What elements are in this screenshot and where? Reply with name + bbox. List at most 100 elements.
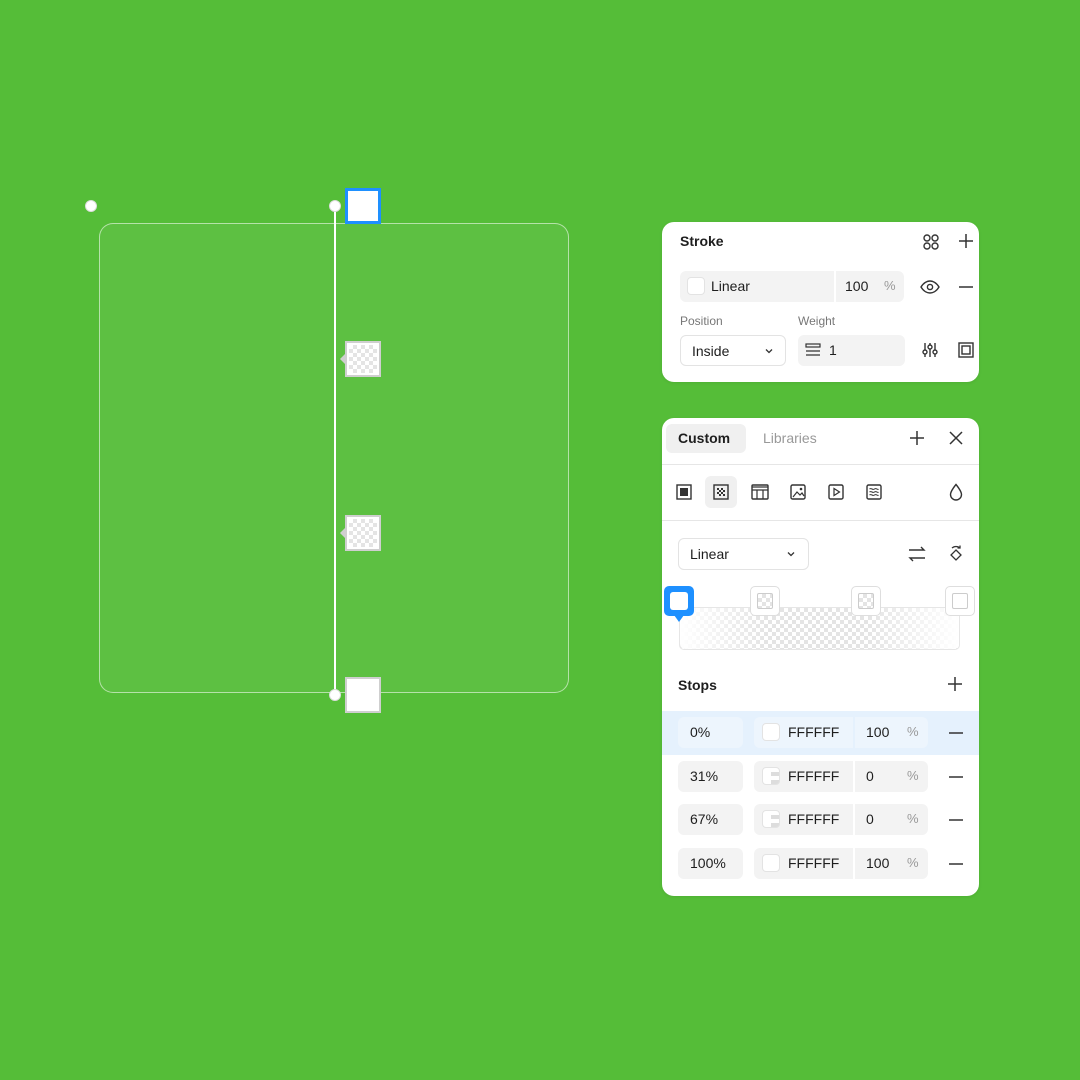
weight-value: 1: [829, 342, 837, 358]
canvas-stop-67[interactable]: [345, 515, 381, 551]
stop-hex: FFFFFF: [788, 724, 840, 740]
individual-strokes-icon[interactable]: [955, 339, 977, 361]
stop-color-swatch: [952, 593, 968, 609]
stroke-paint-type: Linear: [711, 278, 750, 294]
stop-pointer: [674, 615, 684, 622]
close-icon[interactable]: [945, 427, 967, 449]
stroke-panel: Stroke Linear 100 % Position Weight Insi…: [662, 222, 979, 382]
canvas-stop-0[interactable]: [345, 188, 381, 224]
stroke-color-swatch[interactable]: [687, 277, 705, 295]
remove-stroke-icon[interactable]: [955, 276, 977, 298]
gradient-overlay: [680, 608, 959, 649]
stop-color-swatch: [670, 592, 688, 610]
styles-grid-icon[interactable]: [920, 231, 942, 253]
field-divider: [853, 761, 855, 792]
solid-fill-icon[interactable]: [673, 481, 695, 503]
eye-icon[interactable]: [919, 276, 941, 298]
rotate-gradient-icon[interactable]: [945, 543, 967, 565]
percent-sign: %: [907, 768, 919, 783]
canvas-stop-31[interactable]: [345, 341, 381, 377]
add-stroke-icon[interactable]: [955, 230, 977, 252]
video-fill-icon[interactable]: [825, 481, 847, 503]
stroke-settings-icon[interactable]: [919, 339, 941, 361]
stroke-opacity[interactable]: 100: [845, 278, 868, 294]
remove-stop-icon[interactable]: [945, 809, 967, 831]
stop-color-field[interactable]: FFFFFF 0 %: [754, 804, 928, 835]
stop-color-swatch[interactable]: [762, 854, 780, 872]
stop-position: 100%: [690, 855, 726, 871]
pattern-fill-icon[interactable]: [749, 481, 771, 503]
gradient-stop-67[interactable]: [851, 586, 881, 616]
remove-stop-icon[interactable]: [945, 766, 967, 788]
field-divider: [853, 717, 855, 748]
add-style-icon[interactable]: [906, 427, 928, 449]
divider: [662, 520, 979, 521]
gradient-type-dropdown[interactable]: Linear: [678, 538, 809, 570]
stop-color-swatch: [349, 681, 377, 709]
eyedropper-drop-icon[interactable]: [945, 481, 967, 503]
stop-row[interactable]: 100% FFFFFF 100 %: [662, 842, 979, 886]
stop-color-swatch: [757, 593, 773, 609]
percent-sign: %: [884, 278, 896, 293]
stop-color-field[interactable]: FFFFFF 0 %: [754, 761, 928, 792]
position-label: Position: [680, 314, 723, 328]
percent-sign: %: [907, 811, 919, 826]
stop-opacity: 0: [866, 768, 874, 784]
gradient-line[interactable]: [334, 206, 336, 695]
stop-color-swatch: [349, 345, 377, 373]
stroke-weight-icon: [805, 342, 821, 358]
stop-position: 0%: [690, 724, 711, 740]
gradient-preview-bar[interactable]: [679, 607, 960, 650]
remove-stop-icon[interactable]: [945, 722, 967, 744]
chevron-down-icon: [763, 345, 775, 357]
stop-color-swatch[interactable]: [762, 767, 780, 785]
weight-label: Weight: [798, 314, 836, 328]
noise-fill-icon[interactable]: [863, 481, 885, 503]
flip-gradient-icon[interactable]: [906, 543, 928, 565]
add-stop-icon[interactable]: [944, 673, 966, 695]
gradient-stop-100[interactable]: [945, 586, 975, 616]
percent-sign: %: [907, 724, 919, 739]
stop-color-swatch[interactable]: [762, 723, 780, 741]
stop-position-field[interactable]: 100%: [678, 848, 743, 879]
stop-color-field[interactable]: FFFFFF 100 %: [754, 848, 928, 879]
stop-color-swatch: [349, 519, 377, 547]
tab-libraries-label: Libraries: [763, 430, 817, 446]
canvas-stop-100[interactable]: [345, 677, 381, 713]
stop-opacity: 0: [866, 811, 874, 827]
tab-libraries[interactable]: Libraries: [754, 424, 834, 453]
stop-hex: FFFFFF: [788, 811, 840, 827]
gradient-end-handle[interactable]: [329, 689, 341, 701]
stop-position-field[interactable]: 0%: [678, 717, 743, 748]
stop-position: 31%: [690, 768, 719, 784]
stop-color-swatch[interactable]: [762, 810, 780, 828]
stop-row[interactable]: 67% FFFFFF 0 %: [662, 798, 979, 842]
gradient-stop-31[interactable]: [750, 586, 780, 616]
tab-custom-label: Custom: [678, 430, 731, 446]
remove-stop-icon[interactable]: [945, 853, 967, 875]
stop-position-field[interactable]: 67%: [678, 804, 743, 835]
stop-row[interactable]: 0% FFFFFF 100 %: [662, 711, 979, 755]
stops-title: Stops: [678, 677, 717, 693]
stop-hex: FFFFFF: [788, 855, 840, 871]
color-picker-panel: Custom Libraries Linear Stops 0% FFFFFF …: [662, 418, 979, 896]
stroke-paint-field[interactable]: Linear 100 %: [680, 271, 904, 302]
stop-opacity: 100: [866, 855, 890, 871]
gradient-stop-0[interactable]: [664, 586, 694, 622]
stop-hex: FFFFFF: [788, 768, 840, 784]
field-divider: [834, 271, 836, 302]
gradient-start-handle[interactable]: [329, 200, 341, 212]
stop-color-field[interactable]: FFFFFF 100 %: [754, 717, 928, 748]
gradient-fill-button[interactable]: [705, 476, 737, 508]
weight-field[interactable]: 1: [798, 335, 905, 366]
rotation-handle[interactable]: [85, 200, 97, 212]
stroke-title: Stroke: [680, 233, 724, 249]
tab-custom[interactable]: Custom: [666, 424, 746, 453]
stop-color-swatch: [858, 593, 874, 609]
image-fill-icon[interactable]: [787, 481, 809, 503]
stop-position-field[interactable]: 31%: [678, 761, 743, 792]
stop-row[interactable]: 31% FFFFFF 0 %: [662, 755, 979, 799]
position-dropdown[interactable]: Inside: [680, 335, 786, 366]
stop-position: 67%: [690, 811, 719, 827]
field-divider: [853, 804, 855, 835]
